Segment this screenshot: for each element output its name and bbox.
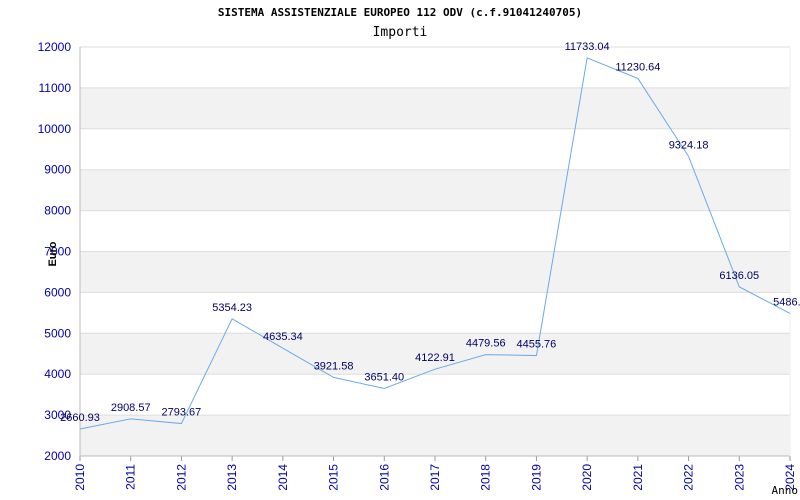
y-tick-label: 8000	[44, 204, 71, 218]
data-label: 11733.04	[565, 41, 610, 53]
y-tick-label: 5000	[44, 326, 71, 340]
grid-band	[80, 87, 790, 129]
y-tick-label: 10000	[38, 122, 72, 136]
x-tick-label: 2010	[73, 464, 87, 491]
x-tick-label: 2017	[428, 464, 442, 491]
data-label: 3651.40	[364, 371, 404, 383]
y-tick-label: 6000	[44, 285, 71, 299]
data-label: 5486.4	[773, 296, 800, 308]
x-tick-label: 2023	[732, 464, 746, 491]
x-tick-label: 2013	[225, 464, 239, 491]
x-tick-label: 2015	[327, 464, 341, 491]
y-tick-label: 2000	[44, 449, 71, 463]
x-tick-label: 2019	[529, 464, 543, 491]
data-label: 5354.23	[212, 302, 252, 314]
data-label: 4635.34	[263, 331, 303, 343]
x-tick-label: 2012	[174, 464, 188, 491]
data-label: 11230.64	[615, 61, 660, 73]
y-tick-label: 4000	[44, 367, 71, 381]
data-label: 4455.76	[517, 339, 557, 351]
data-label: 4479.56	[466, 338, 506, 350]
y-tick-label: 12000	[38, 40, 72, 54]
grid-band	[80, 251, 790, 293]
y-tick-label: 11000	[39, 81, 72, 95]
data-label: 2660.93	[60, 412, 100, 424]
data-label: 9324.18	[669, 139, 709, 151]
x-tick-label: 2020	[580, 464, 594, 491]
data-label: 3921.58	[314, 360, 354, 372]
data-label: 2908.57	[111, 402, 151, 414]
x-axis-label: Anno	[772, 484, 799, 497]
x-tick-label: 2021	[631, 464, 645, 491]
x-tick-label: 2018	[479, 464, 493, 491]
y-tick-label: 9000	[44, 163, 71, 177]
data-label: 4122.91	[415, 352, 455, 364]
x-tick-label: 2022	[682, 464, 696, 491]
line-chart: 2000300040005000600070008000900010000110…	[38, 40, 800, 497]
x-tick-label: 2014	[276, 464, 290, 491]
x-tick-labels: 2010 2011 2012 2013 2014 2015 2016 2017 2018 2019…	[73, 464, 797, 491]
x-tick-label: 2016	[377, 464, 391, 491]
y-axis-label: Euro	[47, 241, 59, 266]
data-label: 2793.67	[162, 407, 202, 419]
x-tick-label: 2011	[124, 464, 138, 490]
grid-band	[80, 169, 790, 211]
grid-band	[80, 415, 790, 456]
data-label: 6136.05	[719, 270, 759, 282]
